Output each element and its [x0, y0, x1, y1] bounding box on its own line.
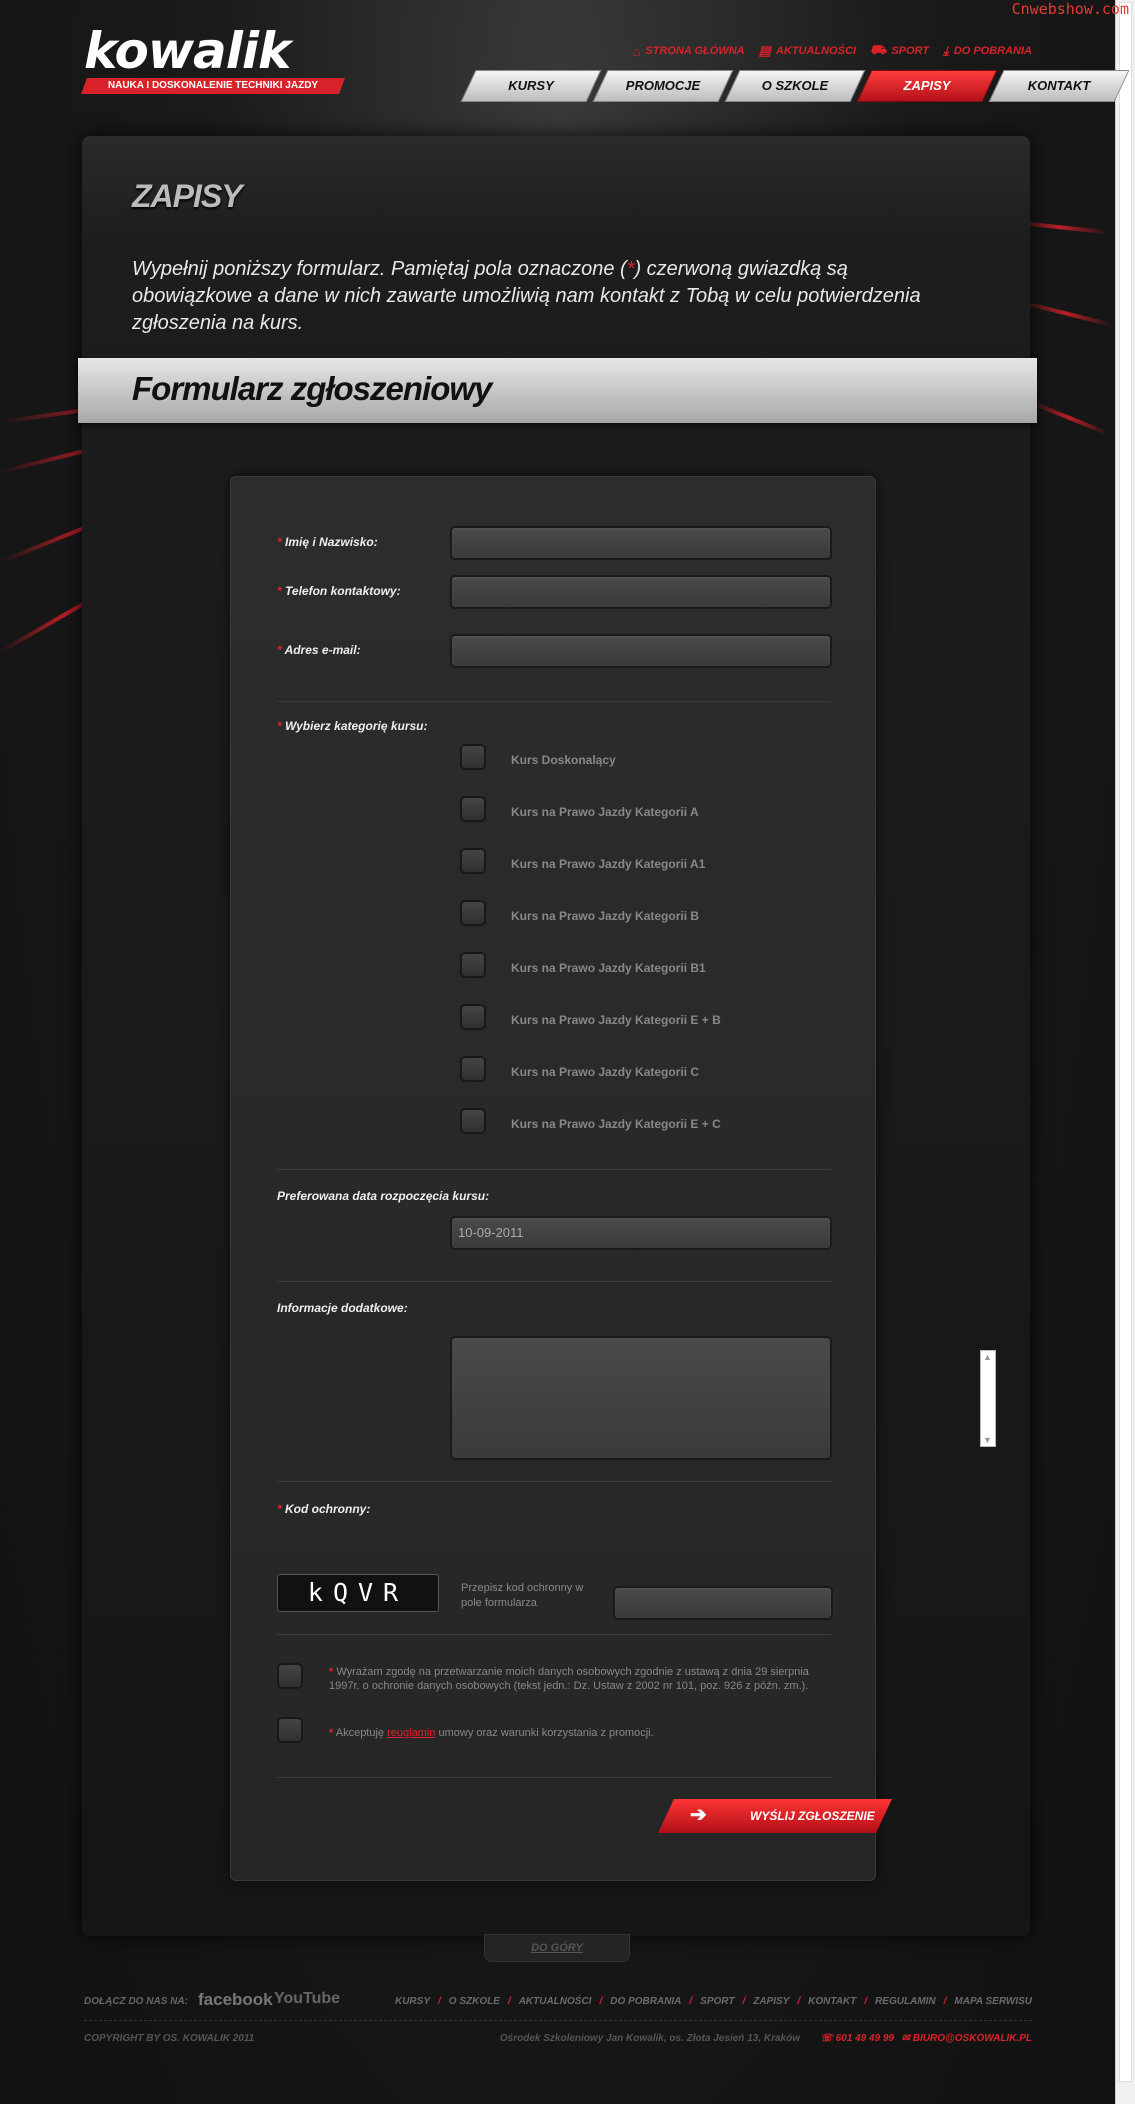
- toplink-downloads[interactable]: ⤓ DO POBRANIA: [943, 42, 1032, 60]
- footer-link-kontakt[interactable]: KONTAKT: [808, 1996, 856, 2007]
- intro-text: Wypełnij poniższy formularz. Pamiętaj po…: [132, 258, 921, 334]
- scroll-down-icon[interactable]: ▼: [983, 1435, 992, 1445]
- watermark: Cnwebshow.com: [1011, 0, 1129, 18]
- footer-divider: [84, 2020, 1032, 2021]
- footer-link-do-pobrania[interactable]: DO POBRANIA: [610, 1996, 681, 2007]
- toplink-sport[interactable]: ⛟ SPORT: [870, 42, 929, 60]
- nav-o-szkole[interactable]: O SZKOLE: [724, 70, 866, 102]
- name-label: * Imię i Nazwisko:: [277, 535, 378, 549]
- category-checkbox-b[interactable]: [460, 900, 486, 926]
- consent-data-checkbox[interactable]: [277, 1663, 303, 1689]
- news-icon: ▤: [758, 43, 771, 58]
- phone: ☏ 601 49 49 99: [820, 2033, 894, 2044]
- submit-label: WYŚLIJ ZGŁOSZENIE: [750, 1809, 875, 1823]
- footer-link-aktualnosci[interactable]: AKTUALNOŚCI: [519, 1996, 592, 2007]
- nav-kontakt[interactable]: KONTAKT: [988, 70, 1130, 102]
- footer-link-mapa-serwisu[interactable]: MAPA SERWISU: [954, 1996, 1032, 2007]
- main-nav: KURSY PROMOCJE O SZKOLE ZAPISY KONTAKT: [460, 70, 1130, 102]
- address: Ośrodek Szkoleniowy Jan Kowalik, os. Zło…: [499, 2033, 800, 2044]
- consent-data-text: * Wyrażam zgodę na przetwarzanie moich d…: [329, 1666, 809, 1692]
- toplink-home[interactable]: ⌂ STRONA GŁÓWNA: [633, 42, 745, 60]
- category-label-c: Kurs na Prawo Jazdy Kategorii C: [511, 1065, 700, 1079]
- footer-top-row: DOŁĄCZ DO NAS NA: facebook YouTube KURSY…: [84, 1990, 1032, 2016]
- copyright: COPYRIGHT BY OS. KOWALIK 2011: [84, 2033, 255, 2044]
- start-date-input[interactable]: 10-09-2011: [450, 1216, 832, 1250]
- separator: [277, 701, 831, 702]
- category-label-a: Kurs na Prawo Jazdy Kategorii A: [511, 805, 699, 819]
- category-label: * Wybierz kategorię kursu:: [277, 719, 428, 733]
- arrow-right-icon: ➔: [690, 1804, 707, 1826]
- captcha-hint: Przepisz kod ochronny w pole formularza: [461, 1582, 584, 1609]
- footer-link-zapisy[interactable]: ZAPISY: [753, 1996, 789, 2007]
- page-scrollbar[interactable]: [1115, 0, 1135, 2104]
- facebook-link[interactable]: facebook: [198, 1990, 273, 2010]
- home-icon: ⌂: [632, 43, 641, 59]
- toplink-news[interactable]: ▤ AKTUALNOŚCI: [759, 42, 856, 60]
- form-heading: Formularz zgłoszeniowy: [132, 370, 492, 407]
- site-logo[interactable]: kowalik NAUKA I DOSKONALENIE TECHNIKI JA…: [81, 22, 354, 98]
- top-links: ⌂ STRONA GŁÓWNA ▤ AKTUALNOŚCI ⛟ SPORT ⤓ DO P…: [633, 42, 1032, 60]
- captcha-image: kQVR: [277, 1574, 439, 1612]
- category-checkbox-c[interactable]: [460, 1056, 486, 1082]
- logo-text: kowalik: [84, 22, 291, 80]
- footer-bottom-row: COPYRIGHT BY OS. KOWALIK 2011 Ośrodek Sz…: [84, 2029, 1032, 2049]
- footer-links: KURSY / O SZKOLE / AKTUALNOŚCI / DO POBRANI…: [394, 1996, 1032, 2007]
- category-label-b1: Kurs na Prawo Jazdy Kategorii B1: [511, 961, 706, 975]
- phone-input[interactable]: [450, 575, 832, 609]
- email-link[interactable]: ✉ BIURO@OSKOWALIK.PL: [902, 2033, 1032, 2044]
- category-label-doskonalacy: Kurs Doskonalący: [511, 753, 616, 767]
- phone-icon: ☏: [820, 2033, 836, 2044]
- page-title: ZAPISY: [132, 178, 243, 214]
- scroll-up-icon[interactable]: ▲: [983, 1352, 992, 1362]
- footer-link-kursy[interactable]: KURSY: [395, 1996, 430, 2007]
- nav-zapisy[interactable]: ZAPISY: [856, 70, 998, 102]
- captcha-label: * Kod ochronny:: [277, 1502, 371, 1516]
- nav-kursy[interactable]: KURSY: [460, 70, 602, 102]
- nav-promocje[interactable]: PROMOCJE: [592, 70, 734, 102]
- separator: [277, 1777, 831, 1778]
- captcha-input[interactable]: [613, 1586, 833, 1620]
- category-checkbox-b1[interactable]: [460, 952, 486, 978]
- start-date-label: Preferowana data rozpoczęcia kursu:: [277, 1189, 490, 1203]
- additional-info-textarea[interactable]: [450, 1336, 832, 1460]
- category-checkbox-eb[interactable]: [460, 1004, 486, 1030]
- category-checkbox-a[interactable]: [460, 796, 486, 822]
- separator: [277, 1634, 831, 1635]
- name-input[interactable]: [450, 526, 832, 560]
- youtube-link[interactable]: YouTube: [274, 1990, 340, 2008]
- terms-link[interactable]: reuglamin: [387, 1727, 435, 1739]
- consent-terms-checbox[interactable]: [277, 1717, 303, 1743]
- footer-link-o-szkole[interactable]: O SZKOLE: [449, 1996, 500, 2007]
- scrollbar-thumb[interactable]: [1119, 2, 1132, 2082]
- separator: [277, 1169, 831, 1170]
- phone-label: * Telefon kontaktowy:: [277, 584, 401, 598]
- email-label: * Adres e-mail:: [277, 643, 361, 657]
- car-icon: ⛟: [869, 42, 887, 57]
- category-label-ec: Kurs na Prawo Jazdy Kategorii E + C: [511, 1117, 721, 1131]
- logo-tagline: NAUKA I DOSKONALENIE TECHNIKI JAZDY: [81, 78, 345, 94]
- footer-link-regulamin[interactable]: REGULAMIN: [875, 1996, 936, 2007]
- category-label-b: Kurs na Prawo Jazdy Kategorii B: [511, 909, 700, 923]
- category-checkbox-doskonalacy[interactable]: [460, 744, 486, 770]
- mail-icon: ✉: [901, 2033, 913, 2044]
- textarea-scrollbar[interactable]: ▲ ▼: [980, 1350, 996, 1447]
- category-label-a1: Kurs na Prawo Jazdy Kategorii A1: [511, 857, 706, 871]
- email-input[interactable]: [450, 634, 832, 668]
- footer-link-sport[interactable]: SPORT: [700, 1996, 734, 2007]
- category-label-eb: Kurs na Prawo Jazdy Kategorii E + B: [511, 1013, 721, 1027]
- back-to-top-button[interactable]: DO GÓRY: [484, 1934, 630, 1962]
- additional-info-label: Informacje dodatkowe:: [277, 1301, 408, 1315]
- category-checkbox-ec[interactable]: [460, 1108, 486, 1134]
- join-us-label: DOŁĄCZ DO NAS NA:: [84, 1996, 188, 2007]
- submit-button[interactable]: ➔ WYŚLIJ ZGŁOSZENIE: [658, 1799, 892, 1833]
- registration-form: * Imię i Nazwisko: * Telefon kontaktowy:…: [230, 476, 876, 1881]
- category-checkbox-a1[interactable]: [460, 848, 486, 874]
- consent-terms-text: * Akceptuję reuglamin umowy oraz warunki…: [329, 1727, 654, 1739]
- separator: [277, 1281, 831, 1282]
- download-icon: ⤓: [943, 43, 949, 58]
- separator: [277, 1481, 831, 1482]
- form-heading-band: Formularz zgłoszeniowy: [78, 358, 1037, 423]
